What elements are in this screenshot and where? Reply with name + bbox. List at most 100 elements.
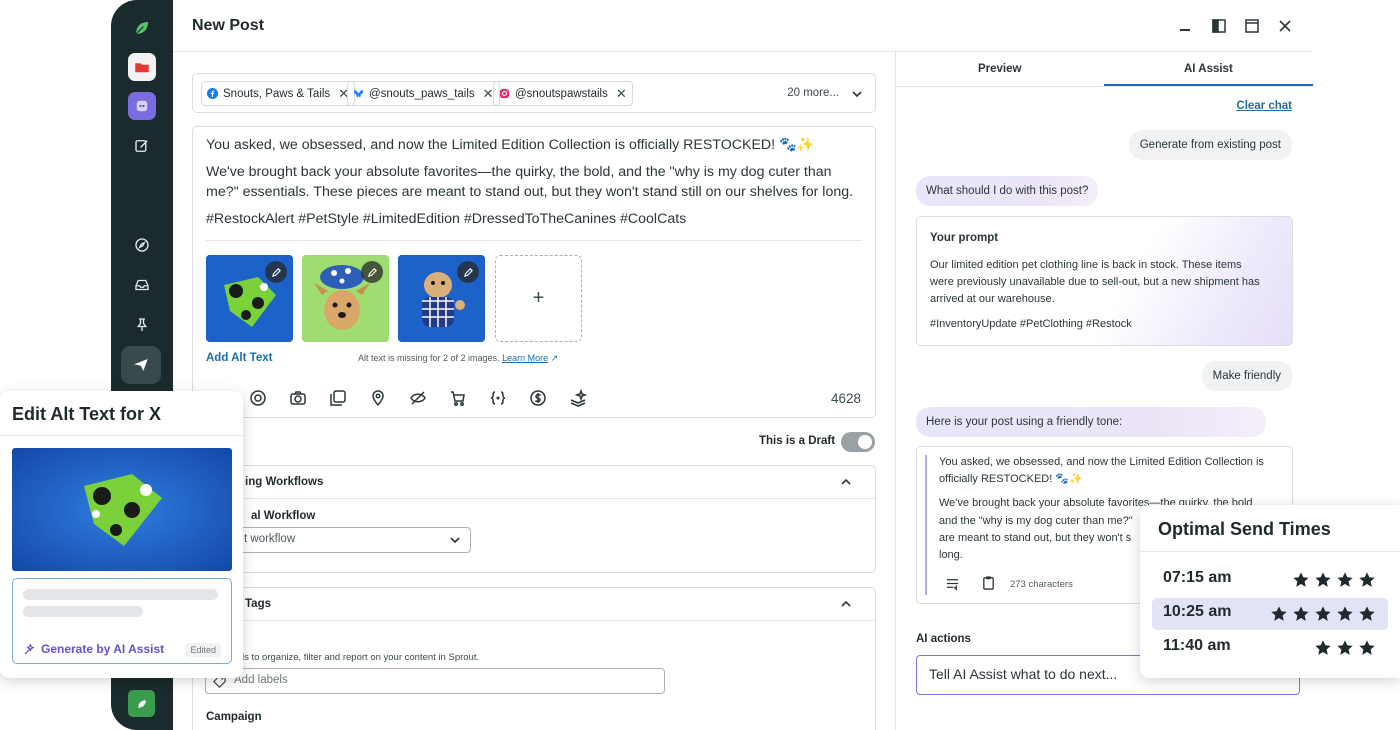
insert-text-icon[interactable] <box>945 576 960 591</box>
quote-bar <box>925 455 927 595</box>
profile-chip-instagram[interactable]: @snoutspawstails ✕ <box>493 81 633 106</box>
chevron-up-icon[interactable] <box>839 597 853 611</box>
post-editor[interactable]: You asked, we obsessed, and now the Limi… <box>192 126 876 418</box>
variables-icon[interactable] <box>489 389 507 407</box>
profile-chip-label: Snouts, Paws & Tails <box>223 87 331 100</box>
location-pin-icon[interactable] <box>369 389 387 407</box>
tab-ai-assist[interactable]: AI Assist <box>1184 63 1233 75</box>
chevron-up-icon[interactable] <box>839 475 853 489</box>
draft-label: This is a Draft <box>759 435 836 447</box>
ai-prompt-placeholder: Tell AI Assist what to do next... <box>929 666 1118 682</box>
dollar-icon[interactable] <box>529 389 547 407</box>
remove-icon[interactable]: ✕ <box>616 86 627 102</box>
star-icon <box>1359 606 1375 621</box>
star-icon <box>1315 640 1331 655</box>
ai-assist-icon[interactable] <box>249 389 267 407</box>
facebook-icon <box>207 88 218 99</box>
post-text-line[interactable]: You asked, we obsessed, and now the Limi… <box>206 135 814 155</box>
send-icon[interactable] <box>121 346 161 384</box>
alt-text-field[interactable]: Generate by AI Assist Edited <box>12 578 232 664</box>
workflows-title: ing Workflows <box>245 476 324 488</box>
profile-chip-facebook[interactable]: Snouts, Paws & Tails ✕ <box>201 81 356 106</box>
user-message: Generate from existing post <box>1128 130 1292 160</box>
compose-icon[interactable] <box>128 132 156 160</box>
shopping-cart-icon[interactable] <box>449 389 467 407</box>
labels-placeholder: Add labels <box>234 674 288 686</box>
loading-skeleton <box>23 606 143 617</box>
generate-ai-label: Generate by AI Assist <box>41 642 165 656</box>
inbox-icon[interactable] <box>128 271 156 299</box>
ai-sparkle-icon <box>24 643 35 655</box>
workflow-select[interactable]: t workflow <box>235 527 471 553</box>
instagram-icon <box>499 88 510 99</box>
labels-input[interactable]: Add labels <box>205 668 665 694</box>
toggle-knob <box>858 435 872 449</box>
camera-icon[interactable] <box>289 389 307 407</box>
result-text-line: officially RESTOCKED! 🐾✨ <box>939 473 1083 485</box>
prompt-text-line: arrived at our warehouse. <box>930 293 1055 305</box>
send-time-row[interactable]: 10:25 am <box>1152 598 1388 630</box>
chevron-down-icon[interactable] <box>850 87 864 101</box>
split-view-icon[interactable] <box>1210 17 1228 35</box>
tab-preview[interactable]: Preview <box>978 63 1021 75</box>
edit-pencil-icon[interactable] <box>457 261 479 283</box>
workflows-section: ing Workflows al Workflow t workflow <box>192 465 876 573</box>
remove-icon[interactable]: ✕ <box>483 86 494 102</box>
copy-clipboard-icon[interactable] <box>981 575 996 590</box>
close-icon[interactable] <box>1276 17 1294 35</box>
result-text-line: and the "why is my dog cuter than me?" <box>939 515 1133 527</box>
post-text-line[interactable]: me?" essentials. These pieces are meant … <box>206 182 853 202</box>
media-thumbnail[interactable] <box>302 255 389 342</box>
rating-stars <box>1314 639 1376 657</box>
folder-icon[interactable] <box>128 53 156 81</box>
generate-ai-button[interactable]: Generate by AI Assist <box>23 642 164 656</box>
media-thumbnail[interactable] <box>398 255 485 342</box>
magic-stack-icon[interactable] <box>569 388 588 407</box>
compass-icon[interactable] <box>128 231 156 259</box>
avatar[interactable] <box>128 690 155 717</box>
prompt-text-line: were previously unavailable due to sell-… <box>930 276 1260 288</box>
optimal-send-times-card: Optimal Send Times 07:15 am 10:25 am 11:… <box>1140 505 1400 678</box>
media-library-icon[interactable] <box>329 389 347 407</box>
clear-chat-link[interactable]: Clear chat <box>1236 100 1292 112</box>
star-icon <box>1293 606 1309 621</box>
rating-stars <box>1270 605 1376 623</box>
learn-more-link[interactable]: Learn More <box>502 353 548 363</box>
page-title: New Post <box>192 17 265 34</box>
send-time: 11:40 am <box>1163 637 1231 654</box>
alt-missing-text: Alt text is missing for 2 of 2 images. <box>358 353 500 363</box>
workflow-field-label: al Workflow <box>251 510 316 522</box>
post-hashtags[interactable]: #RestockAlert #PetStyle #LimitedEdition … <box>206 209 686 229</box>
post-text-line[interactable]: We've brought back your absolute favorit… <box>206 162 832 182</box>
maximize-icon[interactable] <box>1243 17 1261 35</box>
workflow-select-value: t workflow <box>244 533 296 545</box>
draft-toggle[interactable] <box>841 432 875 452</box>
hide-icon[interactable] <box>409 389 427 407</box>
minimize-icon[interactable] <box>1176 17 1194 35</box>
more-profiles[interactable]: 20 more... <box>787 87 839 99</box>
inbox-bot-icon[interactable] <box>128 92 156 120</box>
divider <box>1140 551 1400 552</box>
edit-pencil-icon[interactable] <box>361 261 383 283</box>
divider <box>193 498 875 499</box>
pin-icon[interactable] <box>128 311 156 339</box>
sprout-logo-icon[interactable] <box>128 14 156 42</box>
edit-alt-text-card: Edit Alt Text for X Generate by AI Assis… <box>0 391 243 678</box>
send-time-row[interactable]: 11:40 am <box>1152 632 1388 664</box>
star-icon <box>1293 572 1309 587</box>
media-thumbnail[interactable] <box>206 255 293 342</box>
edit-pencil-icon[interactable] <box>265 261 287 283</box>
send-time: 10:25 am <box>1163 603 1232 620</box>
add-media-button[interactable]: + <box>495 255 582 342</box>
result-text-line: are meant to stand out, but they won't s <box>939 532 1132 544</box>
profile-selector[interactable]: Snouts, Paws & Tails ✕ @snouts_paws_tail… <box>192 73 876 113</box>
add-alt-text-link[interactable]: Add Alt Text <box>206 352 272 364</box>
divider <box>193 620 875 621</box>
profile-chip-bluesky[interactable]: @snouts_paws_tails ✕ <box>347 81 500 106</box>
alt-text-warning: Alt text is missing for 2 of 2 images. L… <box>358 353 558 364</box>
star-icon <box>1359 640 1375 655</box>
chevron-down-icon <box>450 537 460 544</box>
send-time-row[interactable]: 07:15 am <box>1152 564 1388 596</box>
divider <box>0 435 243 436</box>
user-message: Make friendly <box>1201 361 1292 391</box>
